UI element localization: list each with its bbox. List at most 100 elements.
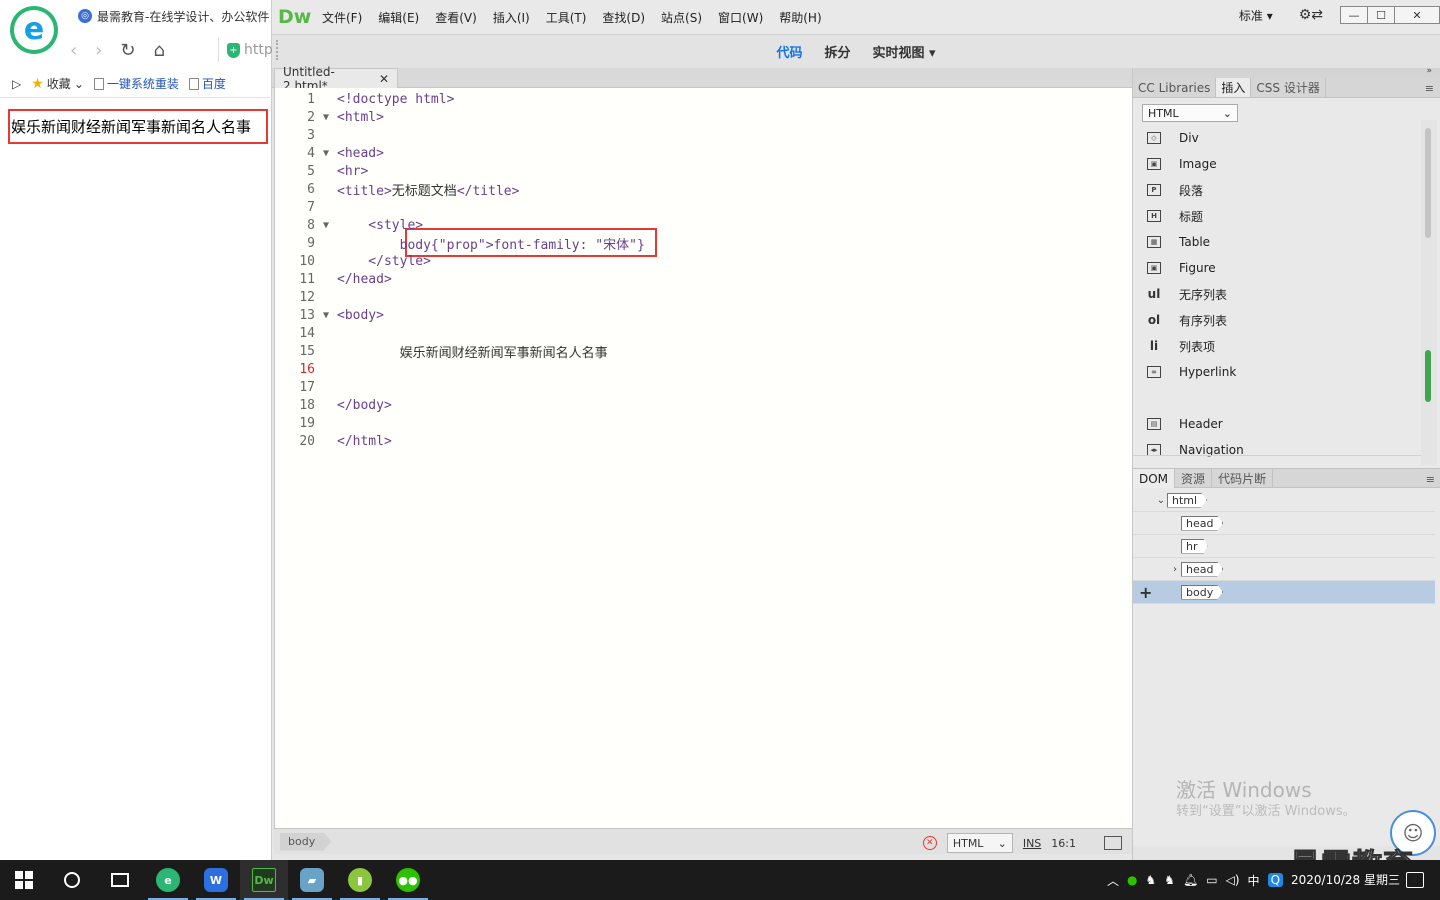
workspace-switcher[interactable]: 标准 ▾: [1239, 7, 1273, 24]
taskbar-dreamweaver[interactable]: Dw: [240, 860, 288, 900]
insert-item-有序列表[interactable]: ol 有序列表: [1147, 307, 1227, 333]
search-button[interactable]: [48, 860, 96, 900]
notification-center-icon[interactable]: 2: [1406, 872, 1424, 888]
menu-item-5[interactable]: 查找(D): [594, 9, 653, 26]
taskbar-browser[interactable]: e: [144, 860, 192, 900]
fold-arrow-icon[interactable]: ▼: [315, 220, 337, 231]
dom-node-head[interactable]: head: [1133, 512, 1435, 535]
network-icon[interactable]: ▭: [1206, 873, 1217, 887]
bookmark-baidu[interactable]: 百度: [188, 75, 226, 92]
close-tab-icon[interactable]: ✕: [379, 72, 389, 86]
code-editor[interactable]: 1 <!doctype html> 2 ▼ <html> 3 4 ▼ <head> 5 <hr> 6 <…: [274, 88, 1132, 828]
sidebar-toggle-icon[interactable]: ▷: [12, 77, 21, 91]
forward-icon[interactable]: ›: [95, 40, 102, 61]
insert-category-select[interactable]: HTML ⌄: [1142, 104, 1238, 122]
insert-item-hyperlink[interactable]: ∞ Hyperlink: [1147, 359, 1236, 385]
home-icon[interactable]: ⌂: [154, 40, 165, 61]
menu-item-4[interactable]: 工具(T): [538, 9, 595, 26]
code-line[interactable]: 3: [275, 126, 1133, 144]
bookmark-reinstall[interactable]: 一键系统重装: [93, 75, 179, 92]
error-icon[interactable]: ✕: [922, 836, 937, 850]
code-line[interactable]: 15 娱乐新闻财经新闻军事新闻名人名事: [275, 342, 1133, 361]
panel-menu-icon[interactable]: ≡: [1425, 82, 1434, 95]
tab-css-designer[interactable]: CSS 设计器: [1251, 78, 1326, 97]
insert-item-image[interactable]: ▣ Image: [1147, 151, 1217, 177]
task-view-button[interactable]: [96, 860, 144, 900]
code-line[interactable]: 12: [275, 288, 1133, 306]
taskbar-app5[interactable]: ▮: [336, 860, 384, 900]
browser-logo-icon[interactable]: e: [10, 6, 58, 54]
code-line[interactable]: 9 body{"prop">font-family: "宋体"}: [275, 234, 1133, 253]
fold-arrow-icon[interactable]: ▼: [315, 310, 337, 321]
address-bar[interactable]: + http: [218, 38, 272, 62]
taskbar-app4[interactable]: ▰: [288, 860, 336, 900]
fold-arrow-icon[interactable]: ▼: [315, 148, 337, 159]
qq-tray-icon[interactable]: ♞: [1146, 873, 1157, 887]
menu-item-1[interactable]: 编辑(E): [370, 9, 427, 26]
sync-settings-icon[interactable]: ⚙⇄: [1299, 7, 1323, 23]
start-button[interactable]: [0, 860, 48, 900]
view-code-button[interactable]: 代码: [776, 42, 802, 61]
insert-item-figure[interactable]: ▣ Figure: [1147, 255, 1216, 281]
menu-item-0[interactable]: 文件(F): [314, 9, 370, 26]
code-line[interactable]: 10 </style>: [275, 252, 1133, 270]
add-element-icon[interactable]: +: [1139, 583, 1152, 602]
bell-icon[interactable]: 🔔︎: [1183, 873, 1198, 887]
clock[interactable]: 2020/10/28 星期三: [1291, 873, 1400, 888]
code-line[interactable]: 4 ▼ <head>: [275, 144, 1133, 162]
code-line[interactable]: 6 <title>无标题文档</title>: [275, 180, 1133, 199]
tab-snippets[interactable]: 代码片断: [1212, 469, 1274, 488]
document-tab[interactable]: Untitled-2.html* ✕: [274, 65, 398, 93]
tab-insert[interactable]: 插入: [1216, 78, 1252, 97]
tray-expand-icon[interactable]: ︿: [1107, 872, 1119, 889]
code-line[interactable]: 11 </head>: [275, 270, 1133, 288]
qq2-tray-icon[interactable]: ♞: [1164, 873, 1175, 887]
tab-cc-libraries[interactable]: CC Libraries: [1133, 78, 1217, 97]
refresh-icon[interactable]: ↻: [120, 40, 135, 61]
wechat-tray-icon[interactable]: ●: [1127, 873, 1137, 887]
code-line[interactable]: 14: [275, 324, 1133, 342]
menu-item-3[interactable]: 插入(I): [485, 9, 538, 26]
code-line[interactable]: 20 </html>: [275, 432, 1133, 450]
preview-icon[interactable]: [1104, 836, 1122, 850]
insert-scrollbar[interactable]: [1421, 120, 1437, 465]
insert-item-列表项[interactable]: li 列表项: [1147, 333, 1215, 359]
tab-assets[interactable]: 资源: [1175, 469, 1213, 488]
panel-collapse-bar[interactable]: »: [1133, 66, 1440, 78]
taskbar-wechat[interactable]: ●●: [384, 860, 432, 900]
code-line[interactable]: 13 ▼ <body>: [275, 306, 1133, 324]
code-line[interactable]: 19: [275, 414, 1133, 432]
view-live-button[interactable]: 实时视图 ▾: [872, 42, 935, 61]
dom-node-html[interactable]: ⌄ html: [1133, 489, 1435, 512]
minimize-button[interactable]: —: [1340, 6, 1368, 24]
taskbar-wps[interactable]: W: [192, 860, 240, 900]
maximize-button[interactable]: ☐: [1367, 6, 1395, 24]
ime-indicator[interactable]: 中: [1248, 872, 1260, 889]
insert-item-div[interactable]: ◇ Div: [1147, 125, 1199, 151]
code-line[interactable]: 8 ▼ <style>: [275, 216, 1133, 234]
insert-item-无序列表[interactable]: ul 无序列表: [1147, 281, 1227, 307]
code-line[interactable]: 1 <!doctype html>: [275, 90, 1133, 108]
dom-node-body[interactable]: + body: [1133, 581, 1435, 604]
tab-dom[interactable]: DOM: [1133, 469, 1176, 488]
menu-item-7[interactable]: 窗口(W): [710, 9, 771, 26]
volume-icon[interactable]: ◁): [1226, 873, 1240, 887]
code-line[interactable]: 7: [275, 198, 1133, 216]
bookmark-favorites[interactable]: ★ 收藏 ⌄: [31, 75, 84, 92]
expand-icon[interactable]: ›: [1169, 564, 1181, 575]
browser-tab[interactable]: ◎ 最需教育-在线学设计、办公软件: [78, 4, 272, 28]
insert-item-标题[interactable]: H 标题: [1147, 203, 1203, 229]
view-split-button[interactable]: 拆分: [824, 42, 850, 61]
back-icon[interactable]: ‹: [70, 40, 77, 61]
dom-node-head[interactable]: › head: [1133, 558, 1435, 581]
menu-item-6[interactable]: 站点(S): [653, 9, 710, 26]
code-line[interactable]: 5 <hr>: [275, 162, 1133, 180]
toolbar-grip[interactable]: [276, 40, 279, 60]
collapse-icon[interactable]: »: [1426, 66, 1432, 76]
qq-app-tray-icon[interactable]: Q: [1267, 873, 1284, 887]
insert-item-段落[interactable]: P 段落: [1147, 177, 1203, 203]
menu-item-8[interactable]: 帮助(H): [771, 9, 829, 26]
insert-item-table[interactable]: ▦ Table: [1147, 229, 1210, 255]
language-select[interactable]: HTML ⌄: [946, 833, 1013, 853]
expand-icon[interactable]: ⌄: [1155, 495, 1167, 506]
